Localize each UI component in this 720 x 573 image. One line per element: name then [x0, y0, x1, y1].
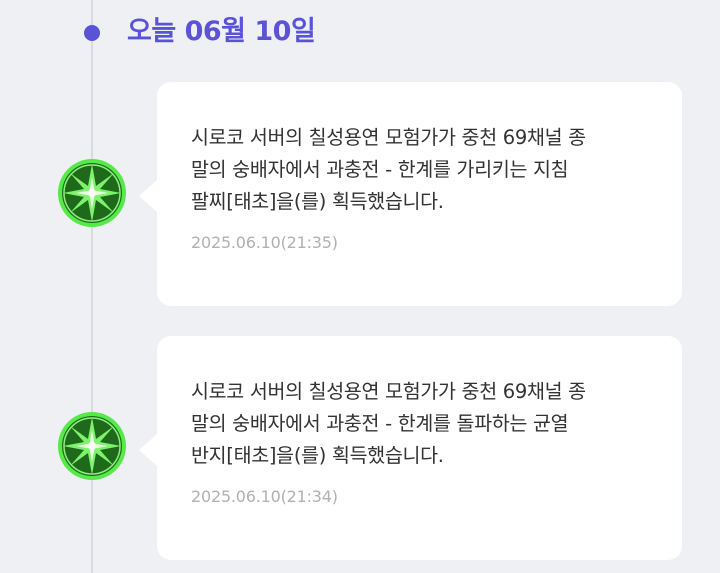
feed-card[interactable]: 시로코 서버의 칠성용연 모험가가 중천 69채널 종 말의 숭배자에서 과충전… [139, 82, 682, 306]
feed-timestamp: 2025.06.10(21:34) [191, 487, 338, 506]
green-starburst-item-icon [58, 159, 126, 227]
date-header: 오늘 06월 10일 [127, 16, 316, 47]
timeline-date-dot [84, 25, 100, 41]
feed-message: 시로코 서버의 칠성용연 모험가가 중천 69채널 종 말의 숭배자에서 과충전… [191, 380, 586, 467]
green-starburst-item-icon [58, 412, 126, 480]
feed-message: 시로코 서버의 칠성용연 모험가가 중천 69채널 종 말의 숭배자에서 과충전… [191, 126, 586, 213]
timeline-line [91, 0, 93, 573]
feed-timestamp: 2025.06.10(21:35) [191, 233, 338, 252]
feed-card[interactable]: 시로코 서버의 칠성용연 모험가가 중천 69채널 종 말의 숭배자에서 과충전… [139, 336, 682, 560]
